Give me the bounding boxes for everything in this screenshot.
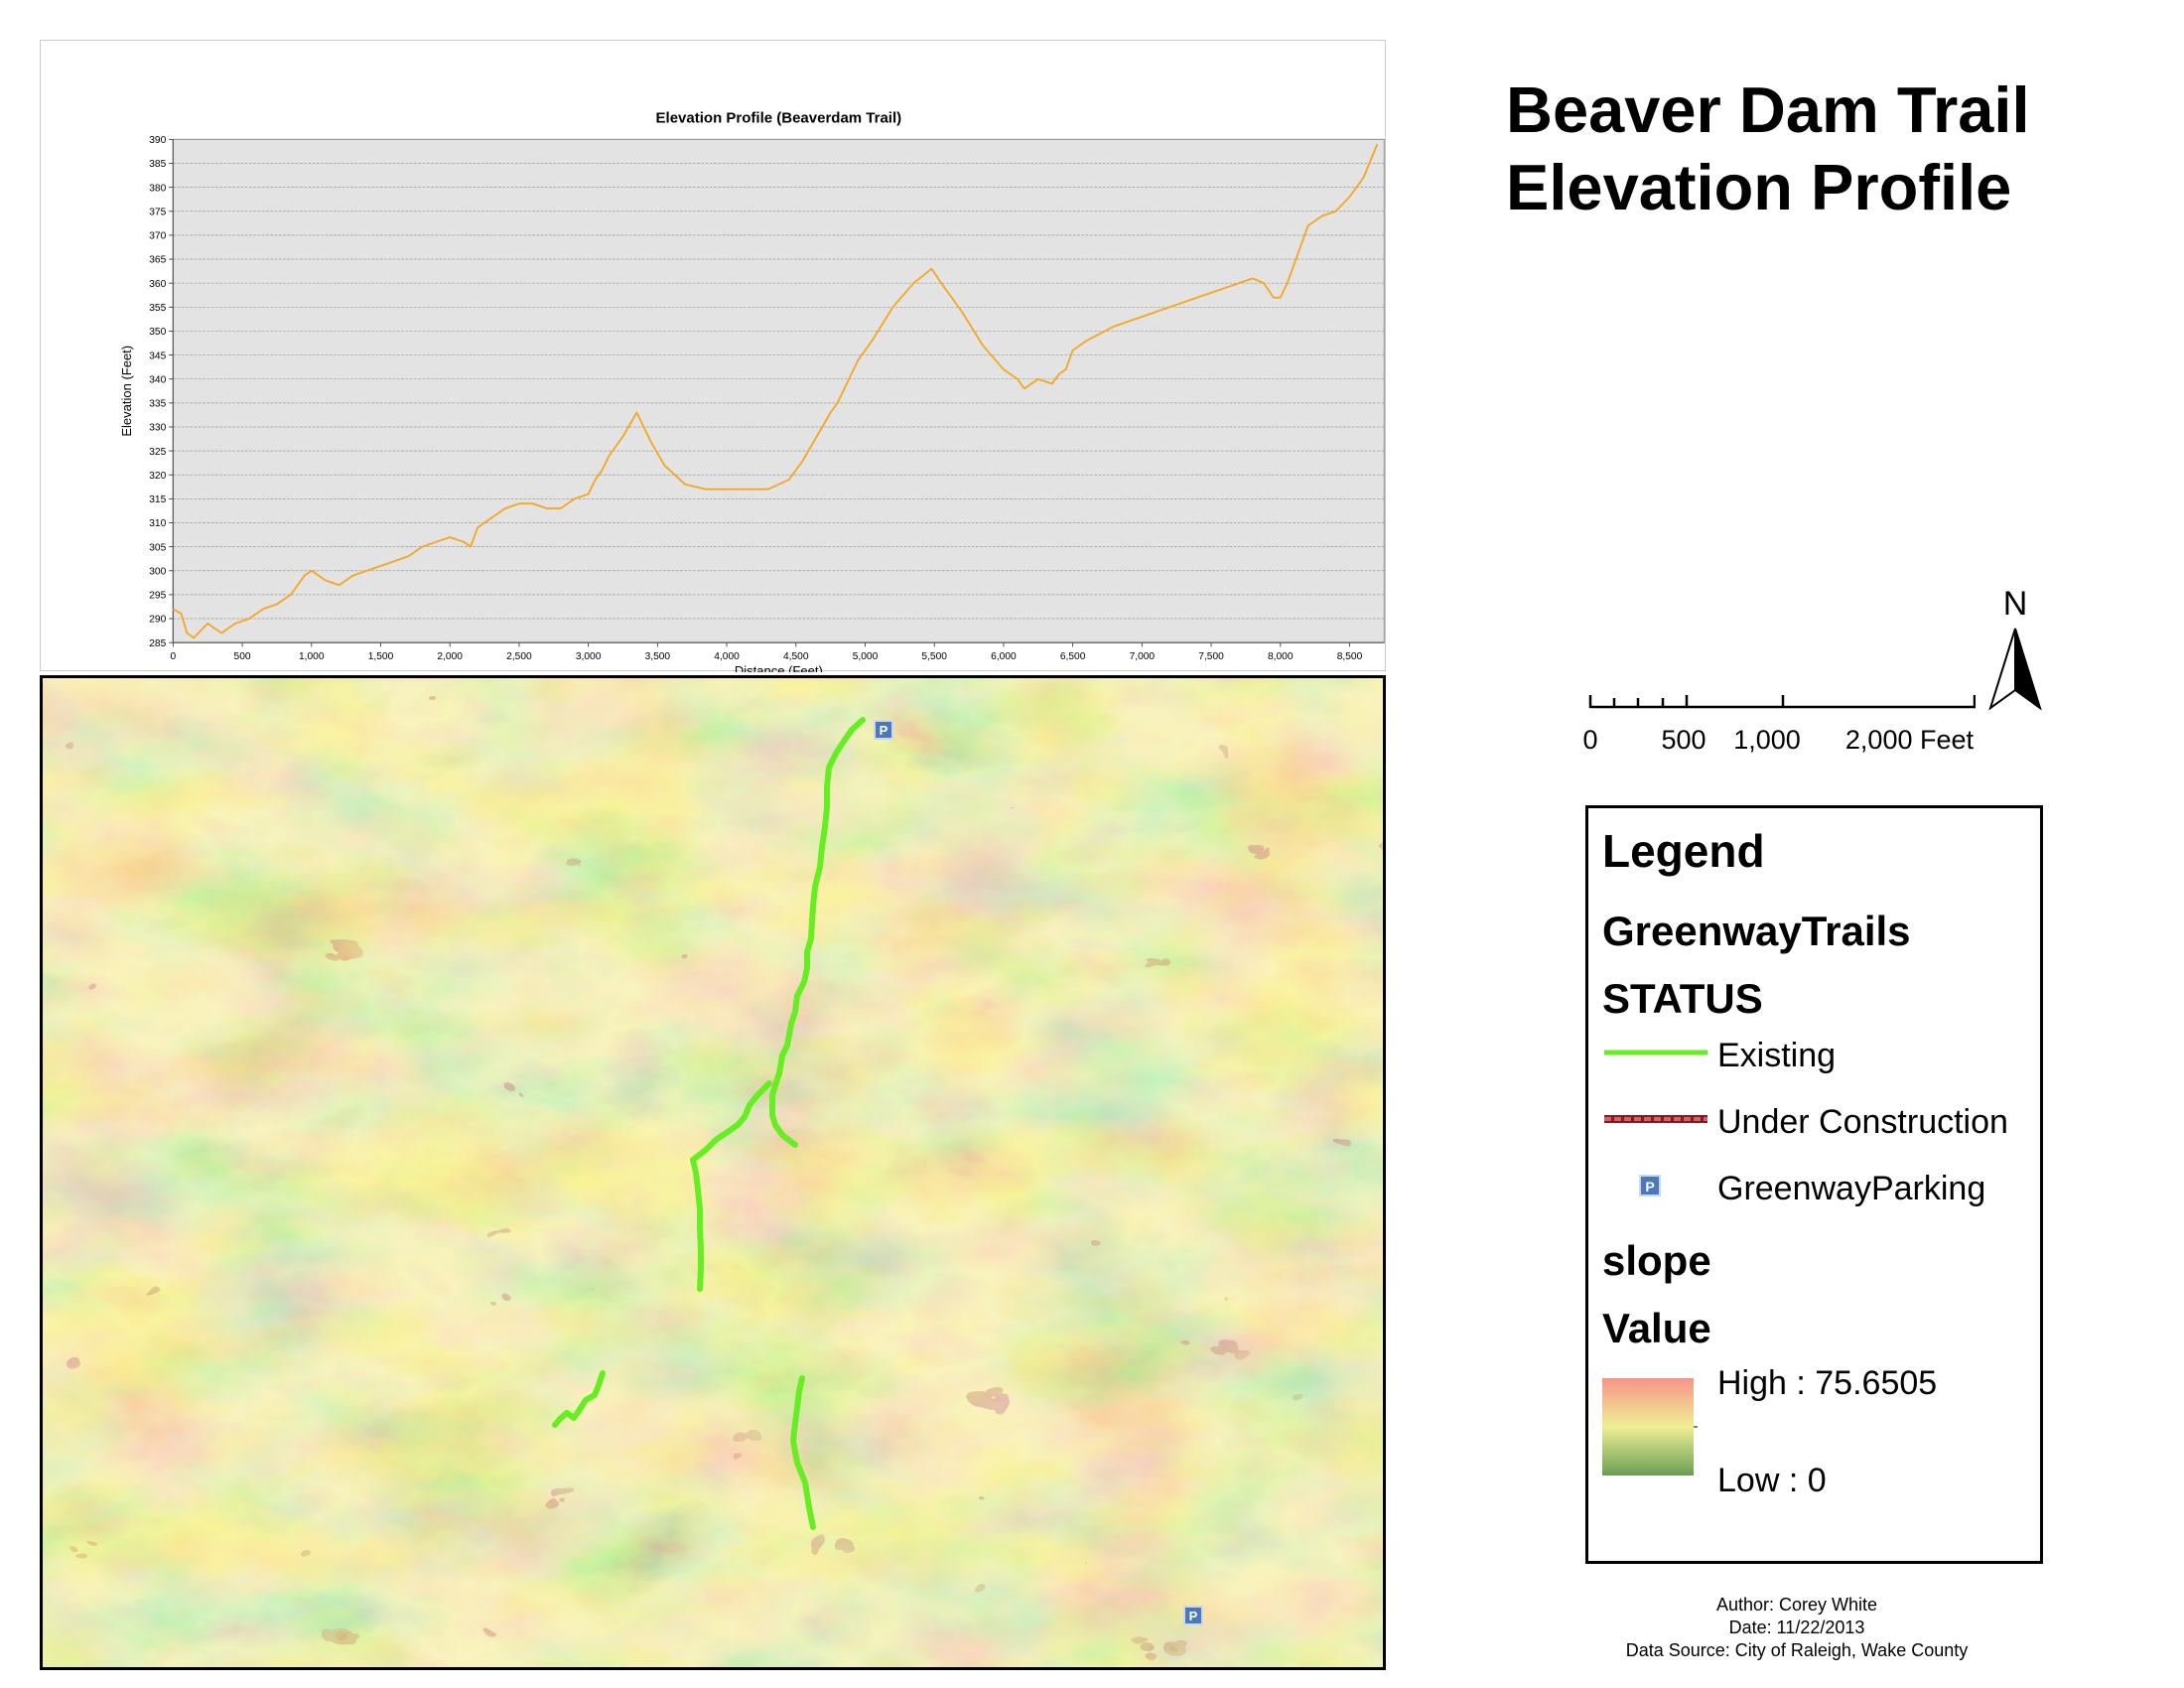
- scale-label-500: 500: [1661, 725, 1706, 755]
- chart-y-tick-label: 360: [149, 279, 166, 290]
- chart-x-tick-label: 8,000: [1268, 651, 1294, 662]
- chart-y-tick-label: 385: [149, 159, 166, 170]
- chart-x-tick-label: 4,500: [783, 651, 809, 662]
- slope-map-canvas[interactable]: P P: [43, 678, 1383, 1667]
- svg-text:P: P: [1189, 1609, 1198, 1623]
- legend-slope-high: High : 75.6505: [1717, 1364, 1938, 1402]
- under-construction-swatch: [1604, 1115, 1707, 1123]
- credit-author: Author: Corey White: [1715, 1595, 1878, 1615]
- legend-slope-low: Low : 0: [1717, 1462, 1827, 1499]
- chart-y-tick-label: 300: [149, 566, 166, 577]
- scale-label-0: 0: [1582, 725, 1597, 755]
- chart-y-tick-label: 380: [149, 183, 166, 194]
- chart-x-tick-label: 1,500: [368, 651, 394, 662]
- existing-line-swatch: [1604, 1050, 1707, 1055]
- slope-color-ramp: [1602, 1378, 1698, 1476]
- chart-x-tick-label: 7,500: [1198, 651, 1224, 662]
- chart-y-axis-label: Elevation (Feet): [119, 346, 134, 437]
- chart-y-tick-label: 365: [149, 255, 166, 266]
- legend-layer-greenway-trails: GreenwayTrails: [1602, 908, 1911, 954]
- north-label: N: [2003, 585, 2028, 623]
- chart-y-tick-label: 290: [149, 615, 166, 626]
- chart-y-tick-label: 310: [149, 518, 166, 529]
- chart-y-tick-label: 370: [149, 231, 166, 242]
- svg-text:P: P: [1645, 1179, 1654, 1195]
- chart-y-tick-label: 390: [149, 135, 166, 146]
- chart-x-tick-label: 2,500: [506, 651, 532, 662]
- legend-parking-label: GreenwayParking: [1717, 1170, 1986, 1207]
- chart-x-tick-label: 5,500: [921, 651, 947, 662]
- elevation-profile-chart: Elevation Profile (Beaverdam Trail) Dist…: [40, 40, 1386, 672]
- parking-icon[interactable]: P: [874, 720, 893, 740]
- chart-x-tick-label: 3,000: [576, 651, 602, 662]
- legend-field-value: Value: [1602, 1305, 1711, 1351]
- parking-icon: P: [1639, 1175, 1661, 1196]
- north-arrow-icon: N: [1988, 585, 2042, 711]
- chart-y-tick-label: 295: [149, 591, 166, 602]
- map-title-line-2: Elevation Profile: [1506, 151, 2012, 223]
- credit-date: Date: 11/22/2013: [1728, 1618, 1865, 1637]
- chart-x-tick-label: 6,000: [991, 651, 1017, 662]
- chart-plot-area: 285 290 295 300 305 310 315 320 325 330 335 340 345 3…: [149, 135, 1385, 662]
- chart-x-tick-label: 500: [234, 651, 251, 662]
- chart-x-axis-label: Distance (Feet): [735, 663, 823, 672]
- steep-slope-bands: [43, 678, 1383, 1667]
- scale-bar-graphic: 0 500 1,000 2,000 Feet: [1582, 695, 1977, 755]
- chart-x-tick-label: 2,000: [437, 651, 463, 662]
- chart-y-tick-label: 305: [149, 542, 166, 553]
- chart-y-tick-label: 330: [149, 423, 166, 434]
- chart-x-tick-label: 5,000: [853, 651, 879, 662]
- chart-y-tick-label: 325: [149, 447, 166, 458]
- chart-plot-background: [172, 138, 1385, 643]
- map-title: Beaver Dam Trail Elevation Profile: [1506, 71, 2030, 226]
- chart-title: Elevation Profile (Beaverdam Trail): [656, 109, 902, 126]
- chart-x-tick-label: 1,000: [299, 651, 325, 662]
- chart-y-tick-label: 345: [149, 351, 166, 361]
- chart-x-tick-label: 3,500: [645, 651, 671, 662]
- legend-field-status: STATUS: [1602, 975, 1763, 1022]
- scale-label-2000: 2,000 Feet: [1845, 725, 1975, 755]
- map-title-line-1: Beaver Dam Trail: [1506, 73, 2030, 146]
- parking-icon[interactable]: P: [1183, 1606, 1203, 1625]
- chart-y-tick-label: 320: [149, 471, 166, 482]
- chart-x-tick-label: 7,000: [1130, 651, 1156, 662]
- chart-x-tick-label: 8,500: [1337, 651, 1363, 662]
- chart-y-tick-label: 375: [149, 207, 166, 217]
- chart-y-tick-label: 335: [149, 399, 166, 410]
- legend-under-construction-label: Under Construction: [1717, 1103, 2008, 1141]
- chart-canvas: Elevation Profile (Beaverdam Trail) Dist…: [119, 109, 1385, 672]
- chart-y-tick-label: 355: [149, 303, 166, 314]
- chart-x-tick-label: 4,000: [714, 651, 740, 662]
- chart-y-tick-label: 340: [149, 374, 166, 385]
- chart-x-tick-label: 6,500: [1060, 651, 1086, 662]
- chart-y-tick-label: 350: [149, 327, 166, 338]
- chart-y-tick-label: 315: [149, 494, 166, 505]
- scale-bar: 0 500 1,000 2,000 Feet: [1578, 695, 1977, 774]
- credit-source: Data Source: City of Raleigh, Wake Count…: [1625, 1640, 1969, 1660]
- chart-y-tick-label: 285: [149, 638, 166, 649]
- map-credits: Author: Corey White Date: 11/22/2013 Dat…: [1549, 1594, 2045, 1662]
- legend-title: Legend: [1602, 825, 1765, 877]
- map-legend: Legend GreenwayTrails STATUS Existing Un…: [1585, 805, 2043, 1564]
- chart-x-tick-label: 0: [171, 651, 177, 662]
- north-arrow: N: [1980, 581, 2050, 720]
- slope-map[interactable]: P P: [40, 675, 1386, 1670]
- svg-text:P: P: [880, 723, 888, 738]
- legend-existing-label: Existing: [1717, 1037, 1837, 1074]
- scale-label-1000: 1,000: [1733, 725, 1801, 755]
- legend-layer-slope: slope: [1602, 1237, 1711, 1284]
